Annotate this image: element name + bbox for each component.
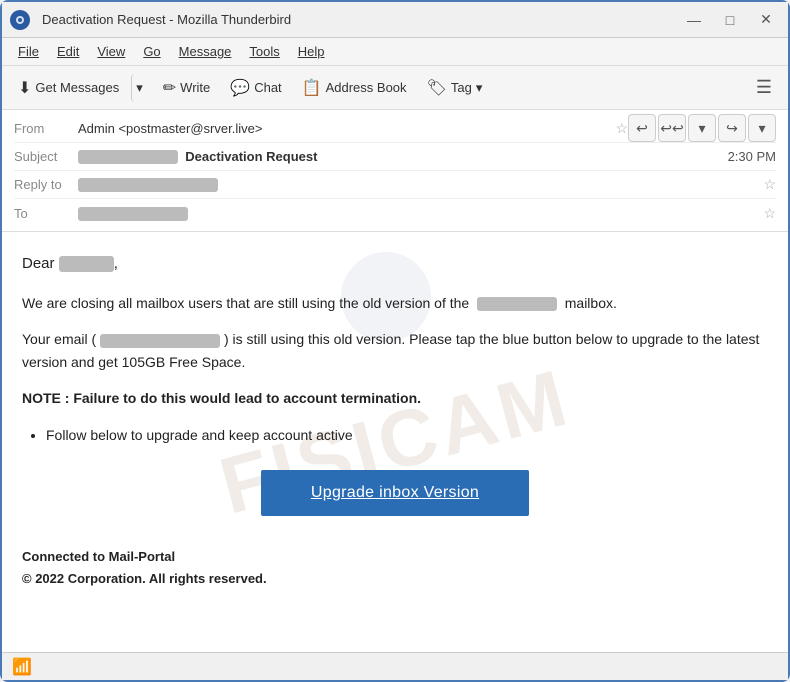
email-redacted xyxy=(100,334,220,348)
email-content: Dear , We are closing all mailbox users … xyxy=(22,252,768,590)
greeting-text: Dear , xyxy=(22,252,768,276)
window-title: Deactivation Request - Mozilla Thunderbi… xyxy=(42,12,680,27)
menu-view[interactable]: View xyxy=(89,42,133,61)
to-star-icon[interactable]: ☆ xyxy=(763,205,776,222)
reply-button[interactable]: ↩ xyxy=(628,114,656,142)
reply-dropdown-button[interactable]: ▾ xyxy=(688,114,716,142)
name-redacted xyxy=(59,256,114,272)
to-row: To ☆ xyxy=(14,199,776,227)
tag-icon: 🏷 xyxy=(427,78,447,98)
subject-label: Subject xyxy=(14,149,78,164)
minimize-button[interactable]: — xyxy=(680,10,708,30)
footer-line-2: © 2022 Corporation. All rights reserved. xyxy=(22,568,768,590)
maximize-button[interactable]: □ xyxy=(716,10,744,30)
subject-row: Subject Deactivation Request 2:30 PM xyxy=(14,143,776,171)
from-label: From xyxy=(14,121,78,136)
menu-message[interactable]: Message xyxy=(171,42,240,61)
footer-line-1: Connected to Mail-Portal xyxy=(22,546,768,568)
email-header: From Admin <postmaster@srver.live> ☆ ↩ ↩… xyxy=(2,110,788,232)
reply-to-value xyxy=(78,177,759,193)
forward-button[interactable]: ↪ xyxy=(718,114,746,142)
subject-value: Deactivation Request xyxy=(78,149,728,165)
hamburger-menu-button[interactable]: ☰ xyxy=(748,73,780,102)
bullet-list: Follow below to upgrade and keep account… xyxy=(46,424,768,446)
to-label: To xyxy=(14,206,78,221)
email-time: 2:30 PM xyxy=(728,149,776,164)
reply-to-redacted xyxy=(78,178,218,192)
connection-status-icon: 📶 xyxy=(12,657,32,677)
from-star-icon[interactable]: ☆ xyxy=(615,120,628,137)
from-row: From Admin <postmaster@srver.live> ☆ ↩ ↩… xyxy=(14,114,776,143)
paragraph-1: We are closing all mailbox users that ar… xyxy=(22,292,768,314)
close-button[interactable]: ✕ xyxy=(752,10,780,30)
write-button[interactable]: ✏ Write xyxy=(155,74,219,102)
from-value: Admin <postmaster@srver.live> xyxy=(78,121,611,136)
to-value xyxy=(78,205,759,221)
upgrade-button-wrapper: Upgrade inbox Version xyxy=(22,470,768,516)
header-actions: ↩ ↩↩ ▾ ↪ ▾ xyxy=(628,114,776,142)
toolbar: ⬇ Get Messages ▾ ✏ Write 💬 Chat 📋 Addres… xyxy=(2,66,788,110)
reply-to-label: Reply to xyxy=(14,177,78,192)
title-bar: Deactivation Request - Mozilla Thunderbi… xyxy=(2,2,788,38)
tag-button[interactable]: 🏷 Tag ▾ xyxy=(419,74,491,102)
get-messages-dropdown[interactable]: ▾ xyxy=(131,74,147,102)
menu-go[interactable]: Go xyxy=(135,42,168,61)
get-messages-button[interactable]: ⬇ Get Messages xyxy=(10,74,127,102)
menu-bar: File Edit View Go Message Tools Help xyxy=(2,38,788,66)
paragraph-2: Your email ( ) is still using this old v… xyxy=(22,328,768,373)
subject-redacted xyxy=(78,150,178,164)
chat-icon: 💬 xyxy=(230,78,250,98)
status-bar: 📶 xyxy=(2,652,788,680)
address-book-icon: 📋 xyxy=(302,78,322,98)
bullet-item: Follow below to upgrade and keep account… xyxy=(46,424,768,446)
footer: Connected to Mail-Portal © 2022 Corporat… xyxy=(22,546,768,590)
reply-all-button[interactable]: ↩↩ xyxy=(658,114,686,142)
note-text: NOTE : Failure to do this would lead to … xyxy=(22,387,768,409)
chat-button[interactable]: 💬 Chat xyxy=(222,74,289,102)
menu-file[interactable]: File xyxy=(10,42,47,61)
to-redacted xyxy=(78,207,188,221)
app-icon xyxy=(10,10,30,30)
reply-to-row: Reply to ☆ xyxy=(14,171,776,199)
email-body: FISICAM Dear , We are closing all mailbo… xyxy=(2,232,788,652)
company-name-redacted xyxy=(477,297,557,311)
write-icon: ✏ xyxy=(163,78,176,98)
get-messages-icon: ⬇ xyxy=(18,78,31,98)
reply-to-star-icon[interactable]: ☆ xyxy=(763,176,776,193)
menu-edit[interactable]: Edit xyxy=(49,42,87,61)
upgrade-inbox-button[interactable]: Upgrade inbox Version xyxy=(261,470,529,516)
menu-tools[interactable]: Tools xyxy=(241,42,287,61)
menu-help[interactable]: Help xyxy=(290,42,333,61)
window-controls: — □ ✕ xyxy=(680,10,780,30)
address-book-button[interactable]: 📋 Address Book xyxy=(294,74,415,102)
forward-dropdown-button[interactable]: ▾ xyxy=(748,114,776,142)
